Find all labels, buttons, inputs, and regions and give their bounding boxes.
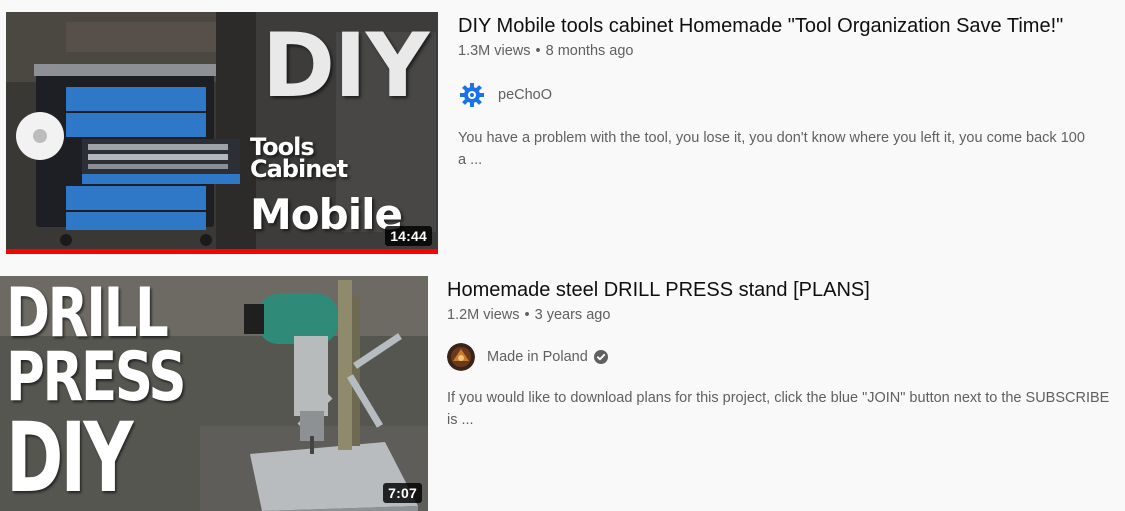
view-count: 1.2M views	[447, 307, 520, 323]
upload-age: 3 years ago	[534, 307, 611, 323]
gear-logo-icon	[458, 81, 486, 109]
video-title[interactable]: Homemade steel DRILL PRESS stand [PLANS]	[447, 278, 1125, 302]
thumbnail-title-diy: DIY	[262, 14, 430, 117]
separator-dot: •	[535, 43, 541, 59]
watch-progress-bar	[6, 249, 438, 254]
thumbnail-title-mobile: Mobile	[250, 190, 403, 239]
video-description: You have a problem with the tool, you lo…	[458, 127, 1125, 171]
video-metadata: 1.3M views • 8 months ago	[458, 41, 1125, 61]
channel-name: peChoO	[498, 87, 553, 103]
thumbnail-title-diy: DIY	[6, 402, 133, 511]
video-duration: 7:07	[383, 483, 422, 503]
description-line: is ...	[447, 412, 474, 428]
video-info: Homemade steel DRILL PRESS stand [PLANS]…	[447, 278, 1125, 431]
video-metadata: 1.2M views • 3 years ago	[447, 305, 1125, 325]
channel-link[interactable]: peChoO	[458, 81, 1125, 109]
verified-check-icon	[593, 350, 608, 364]
channel-name: Made in Poland	[487, 349, 588, 365]
separator-dot: •	[524, 307, 530, 323]
view-count: 1.3M views	[458, 43, 531, 59]
description-line: a ...	[458, 152, 483, 168]
avatar	[447, 343, 475, 371]
upload-age: 8 months ago	[545, 43, 634, 59]
thumbnail-title-cabinet: Cabinet	[250, 155, 348, 183]
description-line: You have a problem with the tool, you lo…	[458, 130, 1085, 146]
channel-link[interactable]: Made in Poland	[447, 343, 1125, 371]
video-result: DIY Tools Cabinet Mobile 14:44 DIY Mobil…	[0, 0, 1125, 262]
video-result: DRILL PRESS DIY 7:07 Homemade steel DRIL…	[0, 262, 1125, 511]
video-info: DIY Mobile tools cabinet Homemade "Tool …	[458, 14, 1125, 171]
video-duration: 14:44	[385, 226, 432, 246]
description-line: If you would like to download plans for …	[447, 390, 1110, 406]
video-title[interactable]: DIY Mobile tools cabinet Homemade "Tool …	[458, 14, 1125, 38]
video-description: If you would like to download plans for …	[447, 387, 1125, 431]
video-thumbnail[interactable]: DIY Tools Cabinet Mobile 14:44	[6, 12, 438, 254]
video-thumbnail[interactable]: DRILL PRESS DIY 7:07	[0, 276, 428, 511]
